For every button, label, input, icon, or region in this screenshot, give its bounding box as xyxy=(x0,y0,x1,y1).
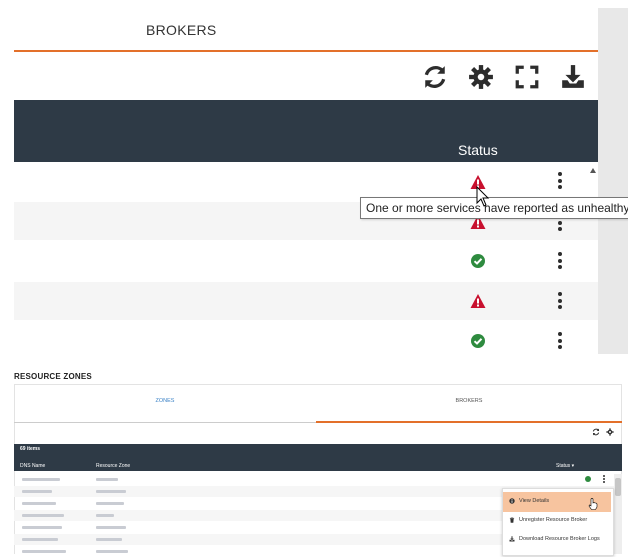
row-actions-menu-icon[interactable] xyxy=(556,292,564,312)
scroll-up-arrow-icon[interactable] xyxy=(590,168,596,173)
row-actions-menu-icon[interactable] xyxy=(556,172,564,192)
table-row[interactable] xyxy=(14,322,598,360)
row-actions-menu-icon[interactable] xyxy=(556,252,564,272)
redacted-text xyxy=(22,490,52,493)
refresh-icon[interactable] xyxy=(592,428,600,436)
download-icon xyxy=(509,536,515,542)
mouse-pointer-icon xyxy=(476,186,490,207)
tab-divider xyxy=(14,422,316,423)
table-row[interactable] xyxy=(14,474,614,485)
info-icon xyxy=(509,498,515,504)
redacted-text xyxy=(96,514,114,517)
redacted-text xyxy=(96,538,122,541)
vertical-scrollbar[interactable] xyxy=(598,8,628,354)
redacted-text xyxy=(96,478,118,481)
column-header-resource-zone[interactable]: Resource Zone xyxy=(96,463,130,469)
redacted-text xyxy=(96,550,128,553)
gear-icon[interactable] xyxy=(606,428,614,436)
tab-brokers[interactable]: BROKERS xyxy=(316,398,622,404)
table-row[interactable] xyxy=(14,162,598,200)
items-count: 69 items xyxy=(20,446,41,452)
row-actions-menu-icon[interactable] xyxy=(556,332,564,352)
download-icon[interactable] xyxy=(560,64,586,90)
redacted-text xyxy=(96,490,126,493)
column-header-status[interactable]: Status ▾ xyxy=(556,463,574,469)
menu-item-label: Download Resource Broker Logs xyxy=(519,536,600,542)
redacted-text xyxy=(22,538,58,541)
active-tab-indicator xyxy=(316,421,622,423)
tab-zones[interactable]: ZONES xyxy=(14,398,316,404)
active-tab-indicator xyxy=(14,50,598,52)
ok-icon xyxy=(471,254,485,268)
scrollbar-thumb[interactable] xyxy=(615,478,621,496)
column-header-status[interactable]: Status xyxy=(458,142,498,158)
redacted-text xyxy=(22,514,64,517)
warning-icon xyxy=(470,294,486,308)
table-header xyxy=(14,100,598,162)
ok-icon xyxy=(585,476,591,482)
redacted-text xyxy=(96,526,126,529)
redacted-text xyxy=(22,502,56,505)
menu-item-label: Unregister Resource Broker xyxy=(519,517,588,523)
refresh-icon[interactable] xyxy=(422,64,448,90)
menu-item-unregister-resource-broker[interactable]: Unregister Resource Broker xyxy=(503,511,611,531)
table-row[interactable] xyxy=(14,242,598,280)
redacted-text xyxy=(22,478,60,481)
table-row[interactable] xyxy=(14,282,598,320)
hand-pointer-icon xyxy=(588,498,598,510)
tab-brokers[interactable] xyxy=(14,8,598,52)
column-header-dns-name[interactable]: DNS Name xyxy=(20,463,45,469)
redacted-text xyxy=(22,526,62,529)
page-title: RESOURCE ZONES xyxy=(14,372,92,381)
menu-item-download-resource-broker-logs[interactable]: Download Resource Broker Logs xyxy=(503,530,611,550)
row-actions-menu-icon[interactable] xyxy=(603,475,605,483)
redacted-text xyxy=(96,502,124,505)
status-tooltip: One or more services have reported as un… xyxy=(360,197,628,219)
menu-item-label: View Details xyxy=(519,498,550,504)
trash-icon xyxy=(509,517,515,523)
ok-icon xyxy=(471,334,485,348)
redacted-text xyxy=(22,550,66,553)
gear-icon[interactable] xyxy=(468,64,494,90)
tab-brokers-label: BROKERS xyxy=(146,22,217,38)
fullscreen-icon[interactable] xyxy=(514,64,540,90)
